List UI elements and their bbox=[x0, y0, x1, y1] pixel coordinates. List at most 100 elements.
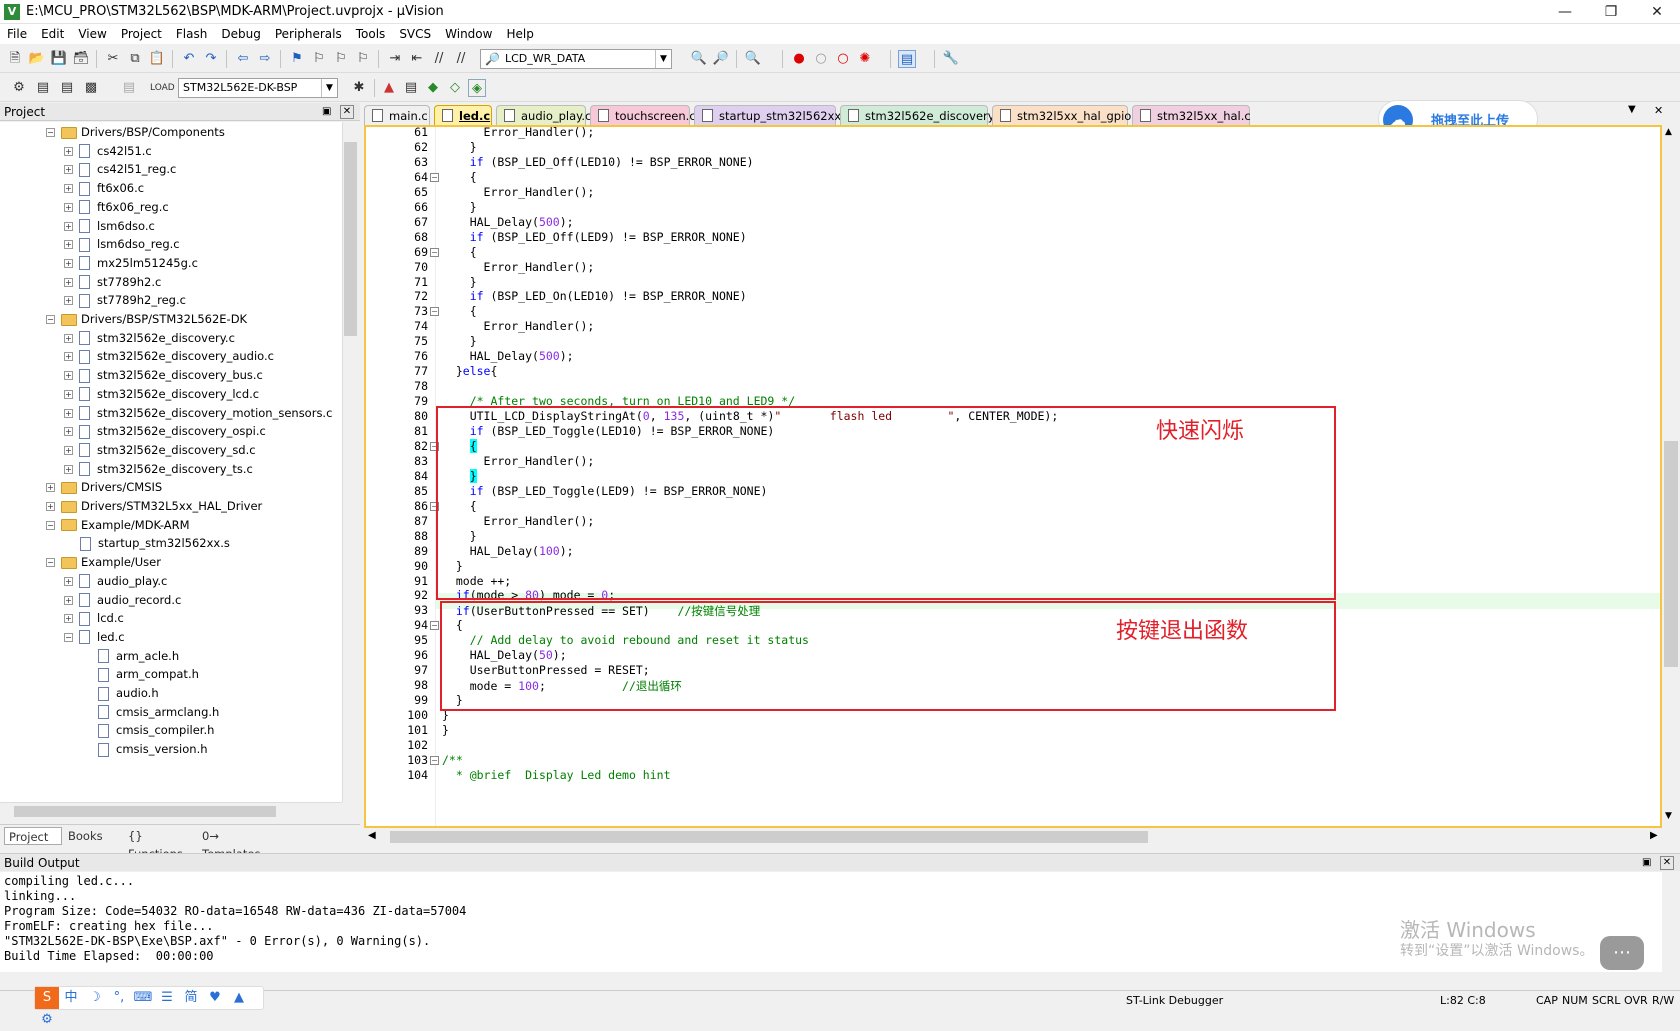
comment-icon[interactable]: // bbox=[430, 50, 448, 68]
indent-icon[interactable]: ⇥ bbox=[386, 50, 404, 68]
tree-file[interactable]: + lsm6dso_reg.c bbox=[64, 234, 180, 254]
expand-icon[interactable]: + bbox=[64, 595, 73, 605]
tree-file[interactable]: − led.c bbox=[64, 627, 125, 647]
tree-file[interactable]: + stm32l562e_discovery_bus.c bbox=[64, 365, 263, 385]
download-load-icon[interactable]: LOAD bbox=[150, 79, 175, 97]
editor-tab-led-c[interactable]: led.c bbox=[434, 105, 492, 125]
menu-help[interactable]: Help bbox=[499, 24, 540, 44]
tabs-dropdown-icon[interactable]: ▼ bbox=[1628, 104, 1636, 115]
expand-icon[interactable]: + bbox=[64, 576, 73, 586]
expand-icon[interactable]: + bbox=[64, 258, 73, 268]
editor-tab-stm32l5xx-hal-gpio-c[interactable]: stm32l5xx_hal_gpio.c bbox=[992, 105, 1141, 125]
menu-file[interactable]: File bbox=[0, 24, 34, 44]
chevron-down-icon[interactable]: ▼ bbox=[655, 50, 671, 68]
expand-icon[interactable]: + bbox=[64, 146, 73, 156]
breakpoint-disable-icon[interactable]: ○ bbox=[812, 50, 830, 68]
tree-file[interactable]: + ft6x06_reg.c bbox=[64, 197, 169, 217]
tree-file[interactable]: + mx25lm51245g.c bbox=[64, 253, 198, 273]
editor-tab-startup-stm32l562xx-s[interactable]: startup_stm32l562xx.s bbox=[694, 105, 851, 125]
tree-file[interactable]: audio.h bbox=[82, 683, 159, 703]
menu-tools[interactable]: Tools bbox=[349, 24, 393, 44]
clear-bookmarks-icon[interactable]: ⚐ bbox=[354, 50, 372, 68]
tree-file[interactable]: cmsis_armclang.h bbox=[82, 702, 219, 722]
pack-installer-icon[interactable]: ◇ bbox=[446, 79, 464, 97]
expand-icon[interactable]: + bbox=[64, 427, 73, 437]
copy-icon[interactable]: ⧉ bbox=[126, 50, 144, 68]
tree-file[interactable]: + ft6x06.c bbox=[64, 178, 144, 198]
tree-file[interactable]: + audio_play.c bbox=[64, 571, 167, 591]
code-editor[interactable]: 61 62 63 64−65 66 67 68 69−70 71 72 73−74 75 76 77 78 7… bbox=[364, 125, 1662, 828]
tree-file[interactable]: + stm32l562e_discovery_lcd.c bbox=[64, 384, 259, 404]
breakpoint-kill-icon[interactable]: ✺ bbox=[856, 50, 874, 68]
expand-icon[interactable]: + bbox=[64, 614, 73, 624]
manage-components-icon[interactable]: ▤ bbox=[402, 79, 420, 97]
tree-file[interactable]: + stm32l562e_discovery_audio.c bbox=[64, 346, 274, 366]
find-icon[interactable]: 🔍 bbox=[690, 50, 708, 68]
collapse-icon[interactable]: − bbox=[64, 632, 73, 642]
tree-folder[interactable]: − Example/MDK-ARM bbox=[46, 515, 190, 535]
prev-bookmark-icon[interactable]: ⚐ bbox=[310, 50, 328, 68]
tree-file[interactable]: + cs42l51.c bbox=[64, 141, 152, 161]
target-options-icon[interactable]: ✱ bbox=[350, 79, 368, 97]
tree-folder[interactable]: − Example/User bbox=[46, 552, 161, 572]
collapse-icon[interactable]: − bbox=[46, 558, 55, 568]
window-layout-icon[interactable]: ▤ bbox=[898, 50, 916, 68]
tree-file[interactable]: + st7789h2.c bbox=[64, 272, 161, 292]
expand-icon[interactable]: + bbox=[64, 333, 73, 343]
new-file-icon[interactable]: 🗎 bbox=[6, 50, 24, 68]
rebuild-icon[interactable]: ▤ bbox=[58, 79, 76, 97]
tree-file[interactable]: + stm32l562e_discovery_motion_sensors.c bbox=[64, 403, 332, 423]
collapse-icon[interactable]: − bbox=[46, 520, 55, 530]
breakpoint-icon[interactable]: ● bbox=[790, 50, 808, 68]
build-output-vscrollbar[interactable] bbox=[1662, 872, 1680, 972]
tree-file[interactable]: + stm32l562e_discovery_sd.c bbox=[64, 440, 256, 460]
expand-icon[interactable]: + bbox=[64, 352, 73, 362]
ime-item-2[interactable]: °, bbox=[107, 987, 131, 1009]
expand-icon[interactable]: + bbox=[64, 221, 73, 231]
menu-flash[interactable]: Flash bbox=[169, 24, 214, 44]
tree-file[interactable]: + stm32l562e_discovery_ts.c bbox=[64, 459, 253, 479]
scroll-right-icon[interactable]: ▶ bbox=[1650, 830, 1658, 841]
tree-file[interactable]: cmsis_version.h bbox=[82, 739, 208, 759]
configure-icon[interactable]: 🔧 bbox=[942, 50, 960, 68]
tree-file[interactable]: + lcd.c bbox=[64, 608, 124, 628]
editor-tab-main-c[interactable]: main.c bbox=[364, 105, 430, 125]
menu-peripherals[interactable]: Peripherals bbox=[268, 24, 349, 44]
tree-folder[interactable]: + Drivers/STM32L5xx_HAL_Driver bbox=[46, 496, 262, 516]
expand-icon[interactable]: + bbox=[64, 296, 73, 306]
ime-item-1[interactable]: ☽ bbox=[83, 987, 107, 1009]
project-hscroll-thumb[interactable] bbox=[14, 806, 276, 817]
unindent-icon[interactable]: ⇤ bbox=[408, 50, 426, 68]
menu-project[interactable]: Project bbox=[114, 24, 169, 44]
ime-item-0[interactable]: 中 bbox=[59, 987, 83, 1009]
ime-item-6[interactable]: ♥ bbox=[203, 987, 227, 1009]
expand-icon[interactable]: + bbox=[46, 502, 55, 511]
tree-file[interactable]: + audio_record.c bbox=[64, 590, 181, 610]
batch-build-icon[interactable]: ▩ bbox=[82, 79, 100, 97]
open-file-icon[interactable]: 📂 bbox=[28, 50, 46, 68]
tree-file[interactable]: arm_compat.h bbox=[82, 664, 199, 684]
editor-hscroll-thumb[interactable] bbox=[390, 831, 1148, 843]
breakpoint-clear-icon[interactable]: ○ bbox=[834, 50, 852, 68]
panel-tab-1[interactable]: Books bbox=[64, 827, 120, 845]
cut-icon[interactable]: ✂ bbox=[104, 50, 122, 68]
target-combo[interactable]: STM32L562E-DK-BSP ▼ bbox=[178, 78, 338, 98]
tree-folder[interactable]: − Drivers/BSP/Components bbox=[46, 122, 225, 142]
manage-project-icon[interactable]: ▲ bbox=[380, 79, 398, 97]
bookmark-icon[interactable]: ⚑ bbox=[288, 50, 306, 68]
tree-file[interactable]: startup_stm32l562xx.s bbox=[64, 533, 230, 553]
tree-file[interactable]: cmsis_compiler.h bbox=[82, 720, 214, 740]
build-icon[interactable]: ▤ bbox=[34, 79, 52, 97]
editor-tab-stm32l5xx-hal-c[interactable]: stm32l5xx_hal.c bbox=[1132, 105, 1251, 125]
menu-window[interactable]: Window bbox=[438, 24, 499, 44]
tree-file[interactable]: + stm32l562e_discovery.c bbox=[64, 328, 235, 348]
save-icon[interactable]: 💾 bbox=[50, 50, 68, 68]
ime-toolbar[interactable]: S 中 ☽ °, ⌨ ☰ 简 ♥ ▲⚙ bbox=[34, 986, 264, 1027]
next-bookmark-icon[interactable]: ⚐ bbox=[332, 50, 350, 68]
minimize-icon[interactable]: — bbox=[1542, 0, 1588, 24]
nav-back-icon[interactable]: ⇦ bbox=[234, 50, 252, 68]
editor-tab-audio-play-c[interactable]: audio_play.c bbox=[496, 105, 591, 125]
pin-icon[interactable]: ▣ bbox=[1642, 854, 1651, 872]
expand-icon[interactable]: + bbox=[64, 165, 73, 175]
stop-build-icon[interactable]: ▤ bbox=[120, 79, 138, 97]
